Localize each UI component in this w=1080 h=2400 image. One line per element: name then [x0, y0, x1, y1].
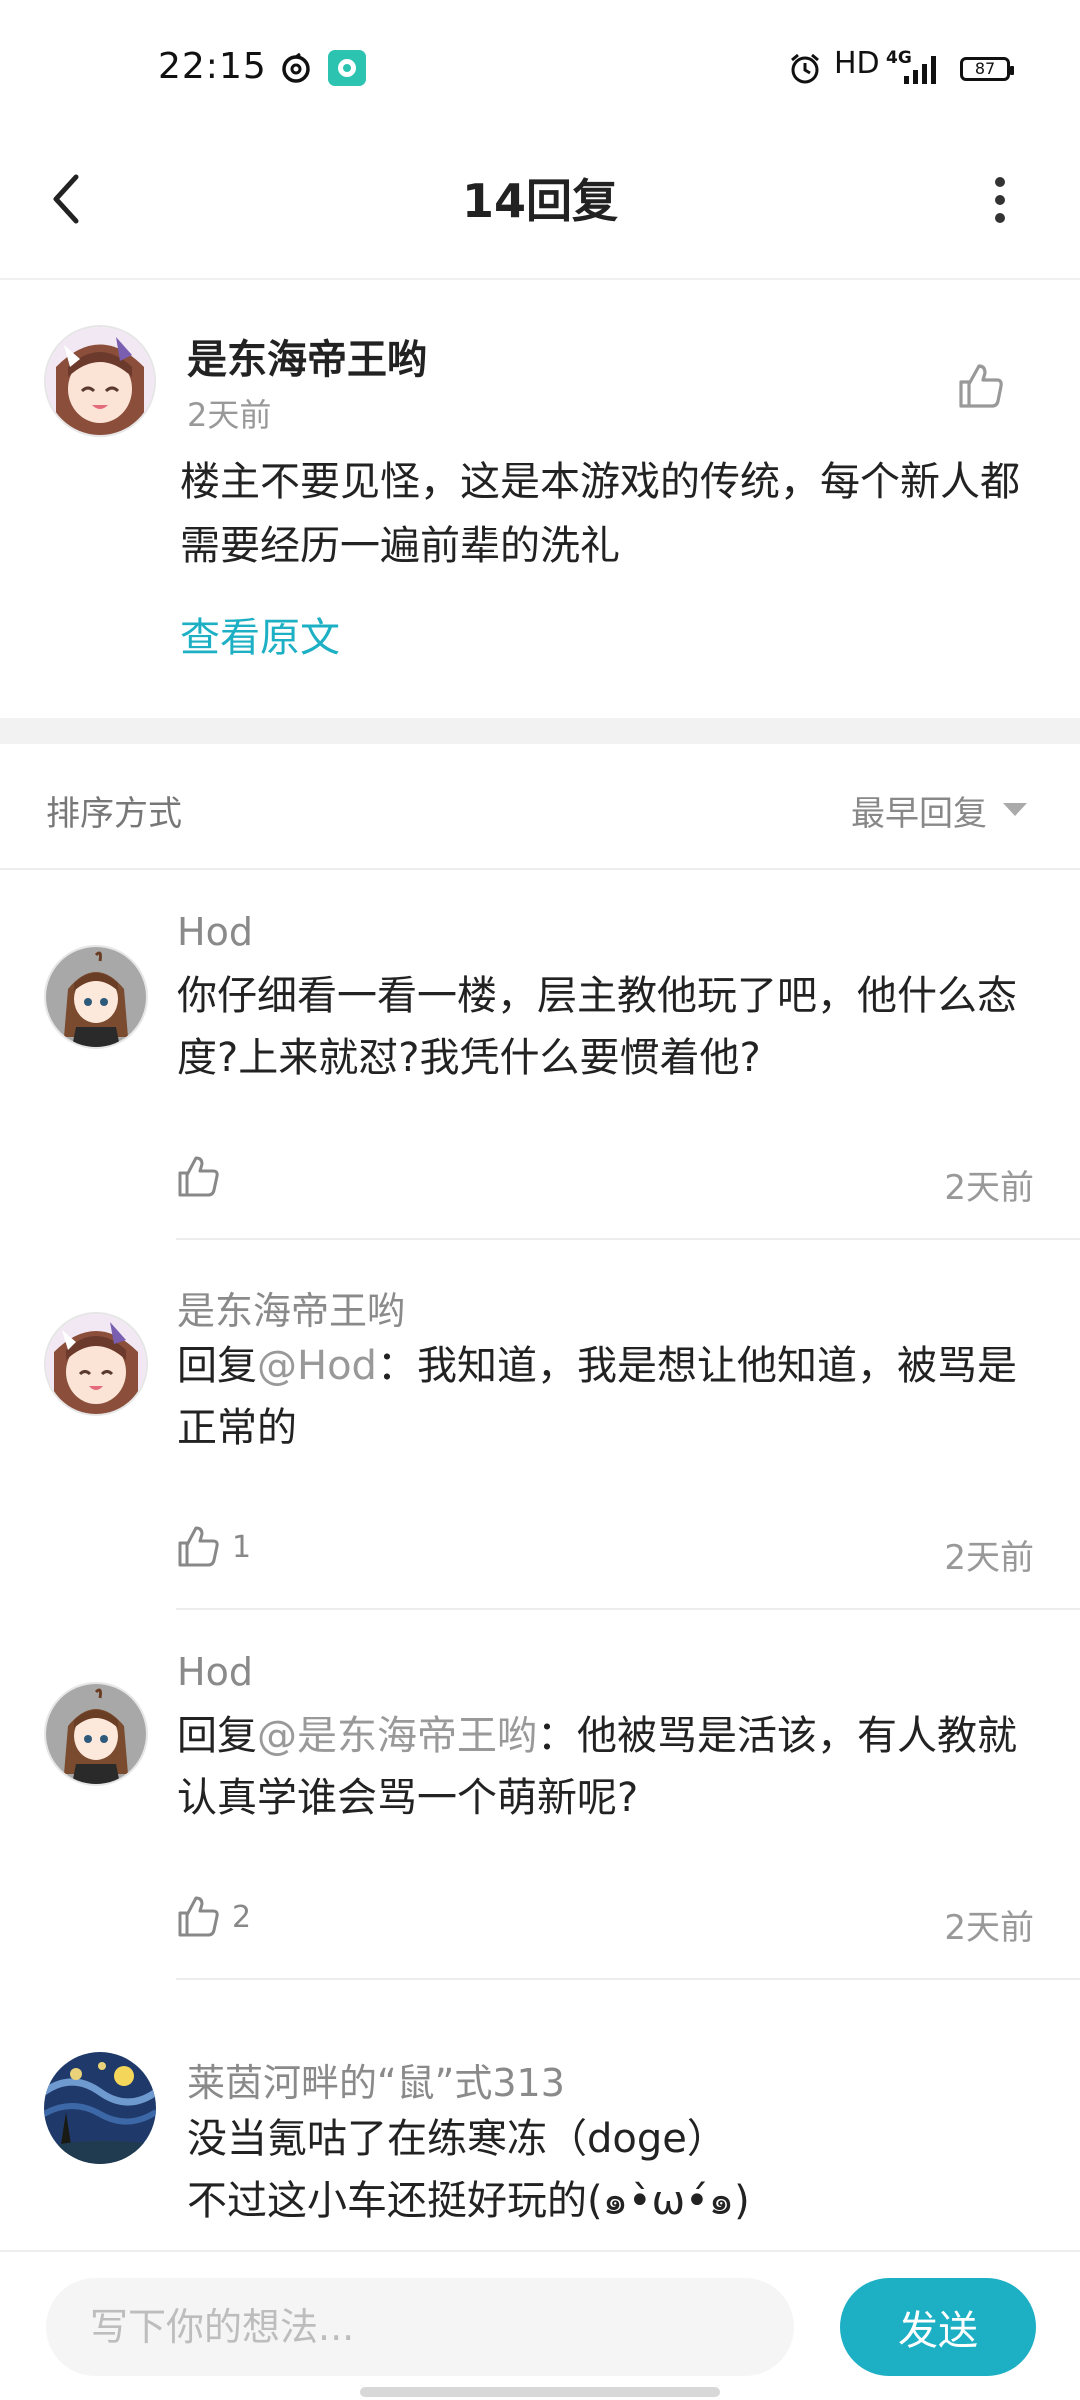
netease-music-icon	[282, 52, 310, 83]
avatar-anime-girl-icon	[46, 1314, 146, 1414]
comment-content-line: 没当氪咕了在练寒冻（doge）	[187, 2116, 727, 2162]
avatar-chibi-girl-icon	[46, 947, 146, 1047]
status-time: 22:15	[158, 46, 267, 87]
dropdown-arrow-icon[interactable]	[1003, 803, 1027, 816]
more-options-icon[interactable]	[980, 165, 1020, 235]
thumbs-up-icon[interactable]	[176, 1153, 222, 1199]
comment-item: 莱茵河畔的“鼠”式313 没当氪咕了在练寒冻（doge） 不过这小车还挺好玩的(…	[0, 1980, 1080, 2250]
thumbs-up-icon[interactable]	[176, 1523, 222, 1569]
comment-item: Hod 回复@是东海帝王哟：他被骂是活该，有人教就认真学谁会骂一个萌新呢? 2 …	[0, 1610, 1080, 1980]
avatar-starry-night-icon	[44, 2052, 156, 2164]
comment-author-name[interactable]: 莱茵河畔的“鼠”式313	[187, 2052, 565, 2107]
thumbs-up-icon[interactable]	[955, 360, 1007, 412]
comment-content: 回复@是东海帝王哟：他被骂是活该，有人教就认真学谁会骂一个萌新呢?	[177, 1705, 1037, 1829]
view-original-link[interactable]: 查看原文	[180, 605, 340, 663]
signal-icon	[904, 56, 936, 84]
comment-author-name[interactable]: Hod	[177, 1650, 253, 1694]
avatar[interactable]	[44, 2052, 156, 2164]
comment-content: 你仔细看一看一楼，层主教他玩了吧，他什么态度?上来就怼?我凭什么要惯着他?	[177, 973, 1017, 1081]
avatar[interactable]	[44, 945, 148, 1049]
top-nav-bar: 14回复	[0, 135, 1080, 280]
comment-timestamp: 2天前	[944, 1908, 1034, 1948]
sort-dropdown[interactable]: 最早回复	[851, 786, 987, 835]
alarm-icon	[791, 53, 819, 84]
hd-indicator: HD	[834, 46, 880, 81]
reply-prefix: 回复	[177, 1343, 257, 1389]
avatar-chibi-girl-icon	[46, 1684, 146, 1784]
avatar-anime-girl-icon	[46, 327, 154, 435]
comment-timestamp: 2天前	[944, 1538, 1034, 1578]
like-count: 1	[232, 1530, 252, 1565]
send-button[interactable]: 发送	[840, 2278, 1036, 2376]
sort-bar: 排序方式 最早回复	[0, 744, 1080, 870]
comment-item: 是东海帝王哟 回复@Hod：我知道，我是想让他知道，被骂是正常的 1 2天前	[0, 1240, 1080, 1610]
sort-label: 排序方式	[46, 794, 182, 834]
reply-prefix: 回复	[177, 1713, 257, 1759]
comment-input-bar: 发送	[0, 2250, 1080, 2400]
avatar[interactable]	[44, 325, 156, 437]
like-count: 2	[232, 1900, 252, 1935]
avatar[interactable]	[44, 1312, 148, 1416]
page-title: 14回复	[461, 174, 618, 228]
mention-link[interactable]: @Hod	[257, 1343, 377, 1389]
comment-author-name[interactable]: 是东海帝王哟	[177, 1280, 405, 1335]
avatar[interactable]	[44, 1682, 148, 1786]
op-content: 楼主不要见怪，这是本游戏的传统，每个新人都需要经历一遍前辈的洗礼	[180, 459, 1020, 569]
battery-indicator: 87	[960, 57, 1014, 81]
comment-content: 回复@Hod：我知道，我是想让他知道，被骂是正常的	[177, 1335, 1037, 1459]
comment-input[interactable]	[46, 2278, 794, 2376]
thumbs-up-icon[interactable]	[176, 1893, 222, 1939]
original-post: 是东海帝王哟 2天前 楼主不要见怪，这是本游戏的传统，每个新人都需要经历一遍前辈…	[0, 280, 1080, 720]
comment-author-name[interactable]: Hod	[177, 910, 253, 954]
mention-link[interactable]: @是东海帝王哟	[257, 1713, 537, 1759]
op-author-name[interactable]: 是东海帝王哟	[187, 327, 427, 385]
section-divider	[0, 718, 1080, 744]
home-indicator[interactable]	[360, 2387, 720, 2397]
comment-item: Hod 你仔细看一看一楼，层主教他玩了吧，他什么态度?上来就怼?我凭什么要惯着他…	[0, 870, 1080, 1240]
app-notification-icon	[328, 50, 366, 86]
op-timestamp: 2天前	[187, 396, 272, 434]
comment-timestamp: 2天前	[944, 1168, 1034, 1208]
comment-content-line: 不过这小车还挺好玩的(๑•̀ω•́๑)	[187, 2178, 750, 2224]
status-bar: 22:15 HD 4G 87	[0, 0, 1080, 135]
